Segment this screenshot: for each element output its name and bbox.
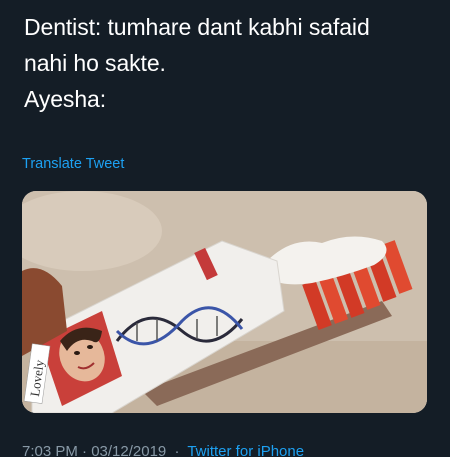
tweet-timestamp[interactable]: 7:03 PM · 03/12/2019 bbox=[22, 443, 166, 457]
tweet-text-line-2: nahi ho sakte. bbox=[24, 50, 166, 76]
tweet-source-link[interactable]: Twitter for iPhone bbox=[187, 443, 304, 457]
tweet-media-image[interactable]: Lovely bbox=[22, 191, 427, 413]
photo-illustration: Lovely bbox=[22, 191, 427, 413]
tweet-text-line-1: Dentist: tumhare dant kabhi safaid bbox=[24, 14, 370, 40]
tweet-meta: 7:03 PM · 03/12/2019 · Twitter for iPhon… bbox=[22, 443, 304, 457]
meta-separator: · bbox=[174, 443, 180, 457]
tweet-text: Dentist: tumhare dant kabhi safaid nahi … bbox=[24, 9, 434, 117]
translate-tweet-link[interactable]: Translate Tweet bbox=[22, 156, 124, 172]
tweet-text-line-3: Ayesha: bbox=[24, 86, 106, 112]
tweet: Dentist: tumhare dant kabhi safaid nahi … bbox=[0, 0, 450, 457]
